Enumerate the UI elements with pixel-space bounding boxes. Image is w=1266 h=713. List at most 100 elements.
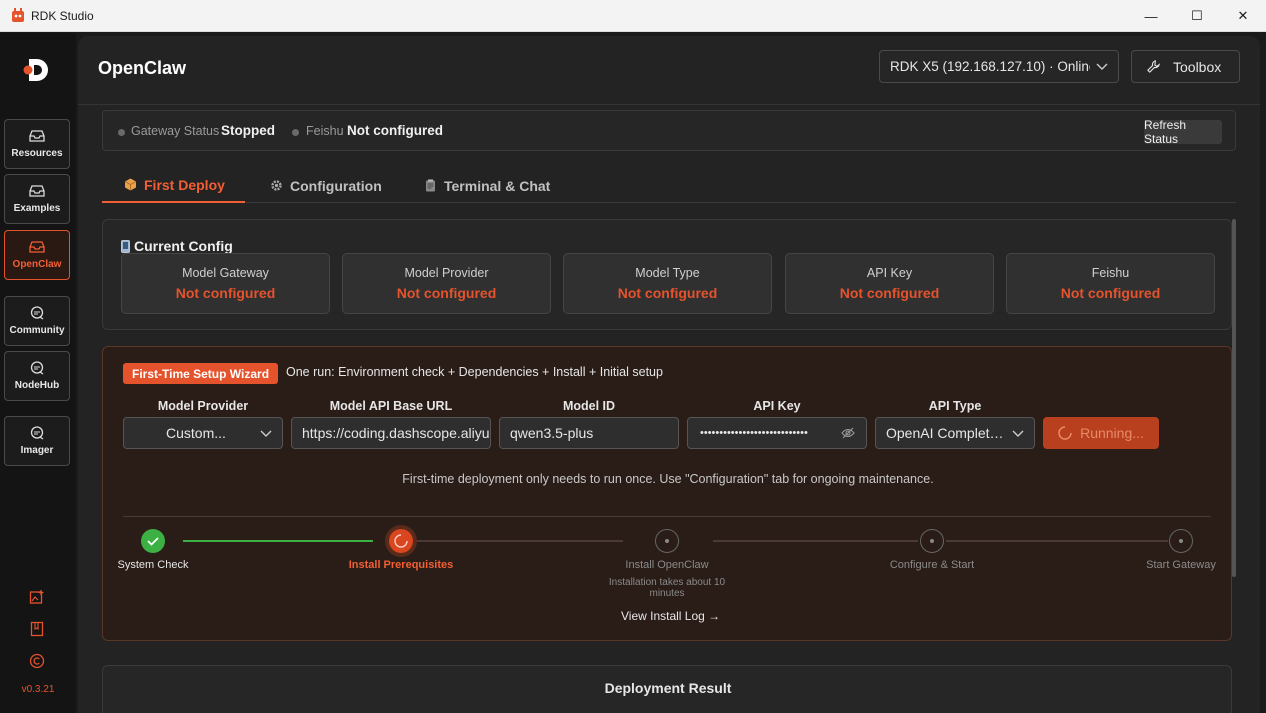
book-icon[interactable] bbox=[29, 621, 45, 637]
inbox-icon bbox=[29, 130, 45, 142]
chat-icon bbox=[30, 306, 44, 320]
sidebar-item-nodehub[interactable]: NodeHub bbox=[4, 351, 70, 401]
base-url-value: https://coding.dashscope.aliyuncs.com/v1 bbox=[302, 425, 490, 441]
close-icon: ✕ bbox=[1237, 8, 1249, 23]
tab-terminal-chat[interactable]: Terminal & Chat bbox=[420, 168, 554, 203]
sidebar: Resources Examples OpenClaw Community No… bbox=[0, 33, 76, 713]
config-item-label: Model Type bbox=[635, 266, 700, 280]
config-item-label: Model Provider bbox=[404, 266, 489, 280]
chevron-down-icon bbox=[1012, 430, 1024, 437]
main-panel: OpenClaw RDK X5 (192.168.127.10) · Onlin… bbox=[78, 36, 1260, 713]
copyright-icon[interactable] bbox=[29, 653, 45, 669]
device-select-value: RDK X5 (192.168.127.10) · Online bbox=[890, 59, 1090, 74]
chat-icon bbox=[30, 361, 44, 375]
model-provider-select[interactable]: Custom... bbox=[123, 417, 283, 449]
api-type-label: API Type bbox=[928, 399, 982, 413]
window-titlebar: RDK Studio — ☐ ✕ bbox=[0, 0, 1266, 32]
step-install-prereq-label: Install Prerequisites bbox=[348, 559, 454, 571]
step-install-openclaw-circle bbox=[655, 529, 679, 553]
sidebar-item-community[interactable]: Community bbox=[4, 296, 70, 346]
current-config-title-text: Current Config bbox=[134, 238, 233, 254]
sidebar-item-resources[interactable]: Resources bbox=[4, 119, 70, 169]
deployment-result-card: Deployment Result bbox=[102, 665, 1232, 713]
wizard-hint: First-time deployment only needs to run … bbox=[402, 472, 934, 486]
sidebar-item-openclaw[interactable]: OpenClaw bbox=[4, 230, 70, 280]
inbox-icon bbox=[29, 241, 45, 253]
api-key-input[interactable]: •••••••••••••••••••••••••••• bbox=[687, 417, 867, 449]
model-id-label: Model ID bbox=[562, 399, 616, 413]
step-connector bbox=[713, 540, 918, 542]
refresh-status-button[interactable]: Refresh Status bbox=[1144, 118, 1222, 146]
eye-off-icon[interactable] bbox=[841, 427, 855, 439]
model-id-input[interactable]: qwen3.5-plus bbox=[499, 417, 679, 449]
tab-configuration[interactable]: Configuration bbox=[266, 168, 386, 203]
tab-label: First Deploy bbox=[144, 176, 225, 193]
gateway-status-dot bbox=[118, 129, 125, 136]
base-url-label: Model API Base URL bbox=[329, 399, 453, 413]
sidebar-item-label: Resources bbox=[11, 148, 63, 159]
config-item-api-key: API Key Not configured bbox=[785, 253, 994, 314]
toolbox-button[interactable]: Toolbox bbox=[1131, 50, 1240, 83]
tab-label: Configuration bbox=[290, 177, 382, 194]
device-select[interactable]: RDK X5 (192.168.127.10) · Online bbox=[879, 50, 1119, 83]
tab-first-deploy[interactable]: First Deploy bbox=[102, 168, 245, 203]
tab-label: Terminal & Chat bbox=[444, 177, 551, 194]
base-url-input[interactable]: https://coding.dashscope.aliyuncs.com/v1 bbox=[291, 417, 491, 449]
inbox-icon bbox=[29, 185, 45, 197]
page-title: OpenClaw bbox=[98, 58, 187, 78]
window-title: RDK Studio bbox=[31, 9, 94, 23]
sidebar-item-examples[interactable]: Examples bbox=[4, 174, 70, 224]
close-button[interactable]: ✕ bbox=[1220, 0, 1266, 32]
setup-wizard-badge: First-Time Setup Wizard bbox=[123, 363, 279, 384]
view-install-log-link[interactable]: View Install Log → bbox=[621, 609, 720, 623]
config-item-label: API Key bbox=[866, 266, 913, 280]
deployment-result-title: Deployment Result bbox=[604, 680, 732, 696]
config-item-value: Not configured bbox=[617, 285, 718, 301]
config-item-value: Not configured bbox=[1060, 285, 1161, 301]
api-key-value: •••••••••••••••••••••••••••• bbox=[700, 427, 808, 439]
step-connector bbox=[413, 540, 623, 542]
config-item-feishu: Feishu Not configured bbox=[1006, 253, 1215, 314]
minimize-button[interactable]: — bbox=[1128, 0, 1174, 32]
step-start-gateway-label: Start Gateway bbox=[1146, 559, 1216, 571]
model-id-value: qwen3.5-plus bbox=[510, 425, 594, 441]
run-wizard-button[interactable]: Running... bbox=[1043, 417, 1159, 449]
spinner-icon bbox=[394, 534, 408, 548]
toolbox-label: Toolbox bbox=[1173, 58, 1222, 75]
clipboard-icon bbox=[426, 179, 435, 192]
config-item-label: Feishu bbox=[1091, 266, 1130, 280]
step-start-gateway-circle bbox=[1169, 529, 1193, 553]
sidebar-item-label: NodeHub bbox=[14, 380, 60, 391]
wrench-icon bbox=[1147, 60, 1161, 73]
config-item-value: Not configured bbox=[175, 285, 276, 301]
api-type-value: OpenAI Completions bbox=[886, 425, 1006, 441]
maximize-button[interactable]: ☐ bbox=[1174, 0, 1220, 32]
gateway-status-label: Gateway Status bbox=[131, 124, 220, 138]
step-connector bbox=[183, 540, 373, 542]
chevron-down-icon bbox=[260, 430, 272, 437]
image-add-icon[interactable] bbox=[29, 589, 45, 605]
spinner-icon bbox=[1058, 426, 1072, 440]
step-configure-start-label: Configure & Start bbox=[889, 559, 975, 571]
step-connector bbox=[946, 540, 1168, 542]
step-install-prereq-circle bbox=[389, 529, 413, 553]
api-type-select[interactable]: OpenAI Completions bbox=[875, 417, 1035, 449]
setup-wizard-description: One run: Environment check + Dependencie… bbox=[286, 365, 663, 379]
config-item-model-gateway: Model Gateway Not configured bbox=[121, 253, 330, 314]
pending-dot bbox=[930, 539, 934, 543]
maximize-icon: ☐ bbox=[1191, 8, 1203, 23]
sidebar-item-imager[interactable]: Imager bbox=[4, 416, 70, 466]
feishu-status-value: Not configured bbox=[347, 123, 443, 138]
step-install-openclaw-label: Install OpenClaw bbox=[625, 559, 709, 571]
header-divider bbox=[78, 104, 1260, 105]
api-key-label: API Key bbox=[753, 399, 801, 413]
check-icon bbox=[147, 537, 159, 546]
feishu-status-label: Feishu bbox=[306, 124, 344, 138]
sidebar-item-label: Community bbox=[9, 325, 65, 336]
sidebar-item-label: OpenClaw bbox=[12, 259, 62, 270]
app-version: v0.3.21 bbox=[21, 684, 55, 695]
scrollbar[interactable] bbox=[1232, 219, 1236, 577]
step-configure-start-circle bbox=[920, 529, 944, 553]
box-icon bbox=[124, 178, 137, 191]
wizard-divider bbox=[123, 516, 1211, 517]
